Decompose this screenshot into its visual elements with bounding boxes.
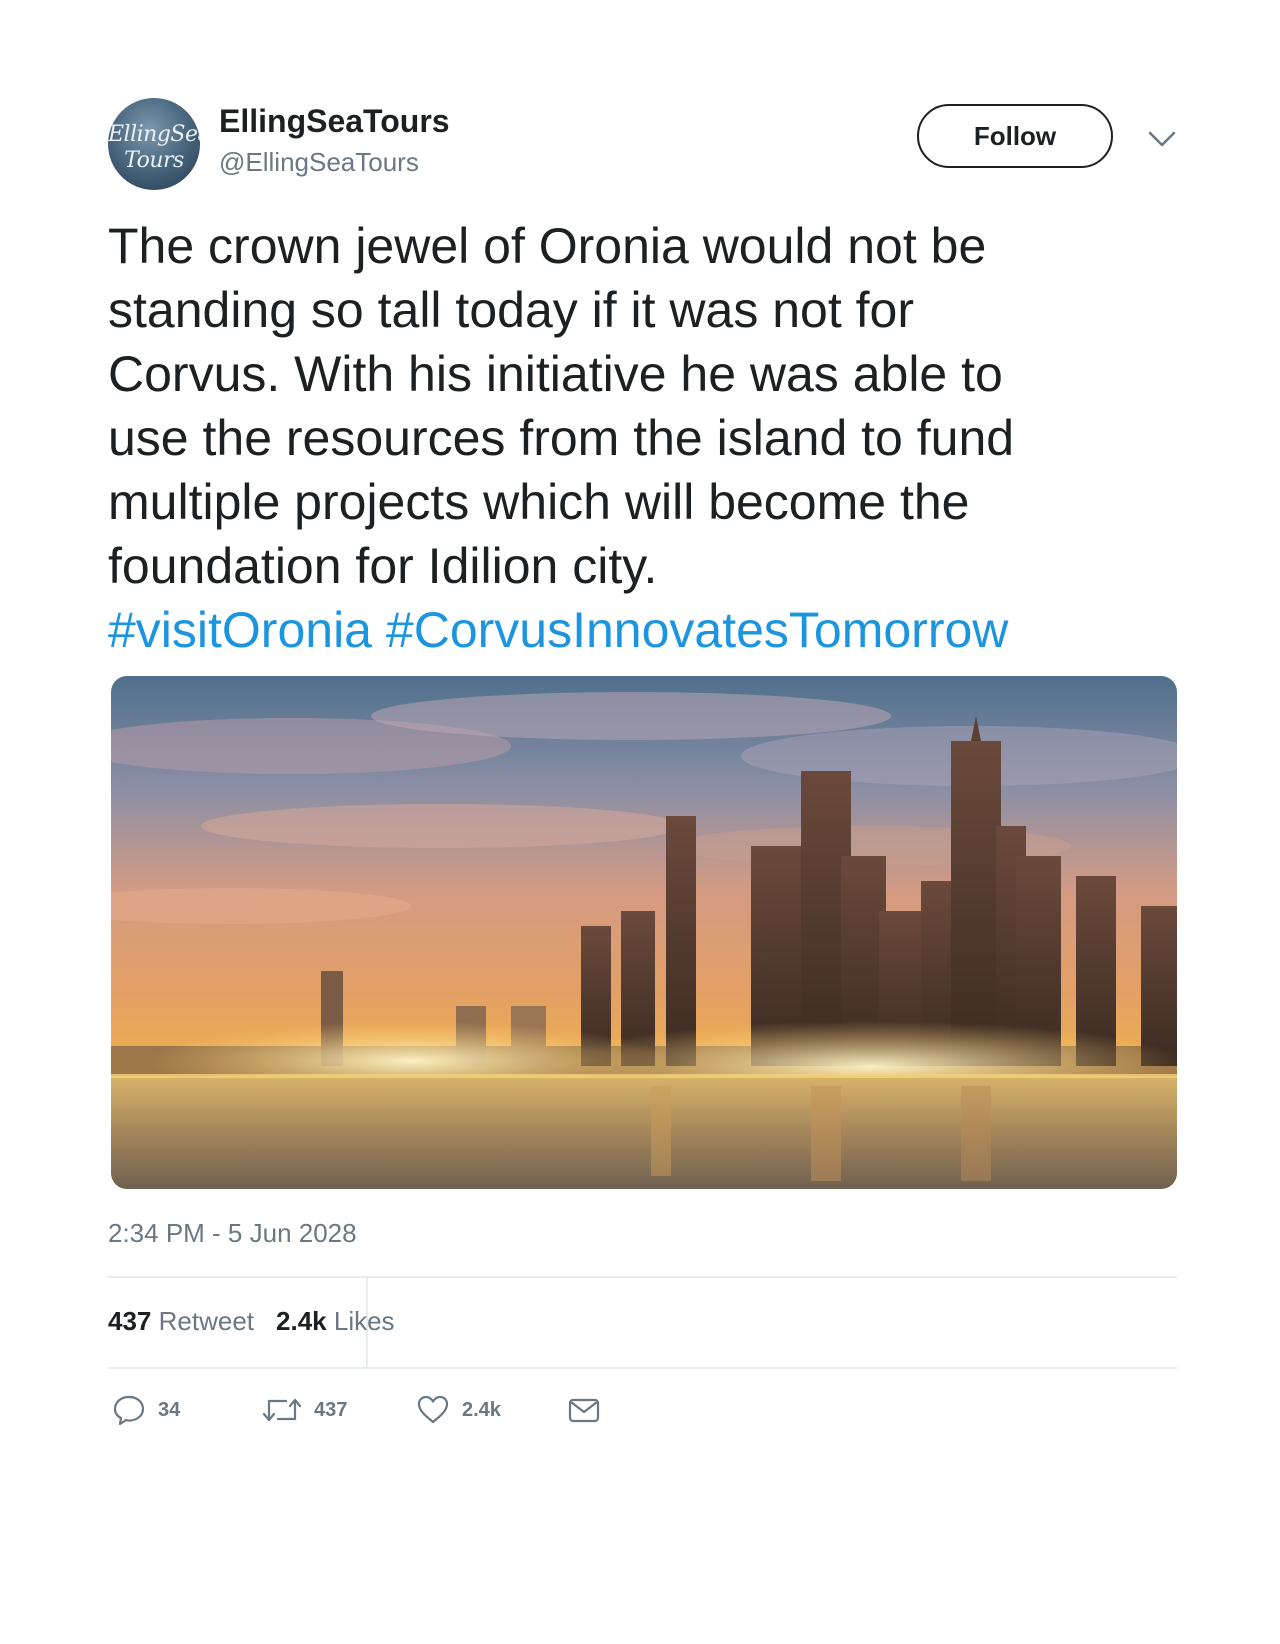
avatar-text-line1: EllingSea xyxy=(108,122,200,147)
direct-message-button[interactable] xyxy=(567,1390,601,1430)
heart-icon xyxy=(417,1395,449,1424)
retweets-count: 437 xyxy=(108,1306,152,1336)
engagement-stats: 437 Retweet 2.4k Likes xyxy=(108,1306,395,1337)
divider xyxy=(108,1276,1177,1278)
reply-count: 34 xyxy=(158,1398,181,1421)
tweet-media-image[interactable] xyxy=(111,676,1177,1189)
like-count: 2.4k xyxy=(462,1398,501,1421)
tweet-text-line: The crown jewel of Oronia would not be xyxy=(108,218,987,274)
likes-label: Likes xyxy=(333,1306,395,1336)
chevron-down-icon[interactable] xyxy=(1147,128,1177,150)
user-handle[interactable]: @EllingSeaTours xyxy=(219,147,419,178)
city-skyline-image xyxy=(111,676,1177,1189)
follow-button[interactable]: Follow xyxy=(917,104,1113,168)
hashtag-link[interactable]: #visitOronia xyxy=(108,602,372,658)
tweet-text-line: Corvus. With his initiative he was able … xyxy=(108,346,1003,402)
hashtag-row: #visitOronia #CorvusInnovatesTomorrow xyxy=(108,598,1188,662)
retweets-stat[interactable]: 437 Retweet xyxy=(108,1306,254,1336)
display-name[interactable]: EllingSeaTours xyxy=(219,103,450,140)
avatar[interactable]: EllingSea Tours xyxy=(108,98,200,190)
divider xyxy=(108,1367,1177,1369)
hashtag-link[interactable]: #CorvusInnovatesTomorrow xyxy=(386,602,1009,658)
tweet-text: The crown jewel of Oronia would not be s… xyxy=(108,214,1188,662)
like-button[interactable]: 2.4k xyxy=(416,1390,501,1430)
avatar-text-line2: Tours xyxy=(124,148,184,173)
likes-stat[interactable]: 2.4k Likes xyxy=(276,1306,395,1336)
envelope-icon xyxy=(568,1398,600,1423)
reply-bubble-icon xyxy=(113,1395,145,1426)
retweet-icon xyxy=(262,1398,302,1422)
tweet-timestamp[interactable]: 2:34 PM - 5 Jun 2028 xyxy=(108,1218,357,1249)
reply-button[interactable]: 34 xyxy=(112,1390,180,1430)
tweet-card: EllingSea Tours EllingSeaTours @EllingSe… xyxy=(0,0,1280,1644)
tweet-text-line: use the resources from the island to fun… xyxy=(108,410,1015,466)
likes-count: 2.4k xyxy=(276,1306,327,1336)
tweet-text-line: multiple projects which will become the xyxy=(108,474,970,530)
retweet-button[interactable]: 437 xyxy=(262,1390,347,1430)
retweets-label: Retweet xyxy=(158,1306,255,1336)
tweet-text-line: foundation for Idilion city. xyxy=(108,538,658,594)
retweet-count: 437 xyxy=(314,1398,348,1421)
tweet-text-line: standing so tall today if it was not for xyxy=(108,282,914,338)
